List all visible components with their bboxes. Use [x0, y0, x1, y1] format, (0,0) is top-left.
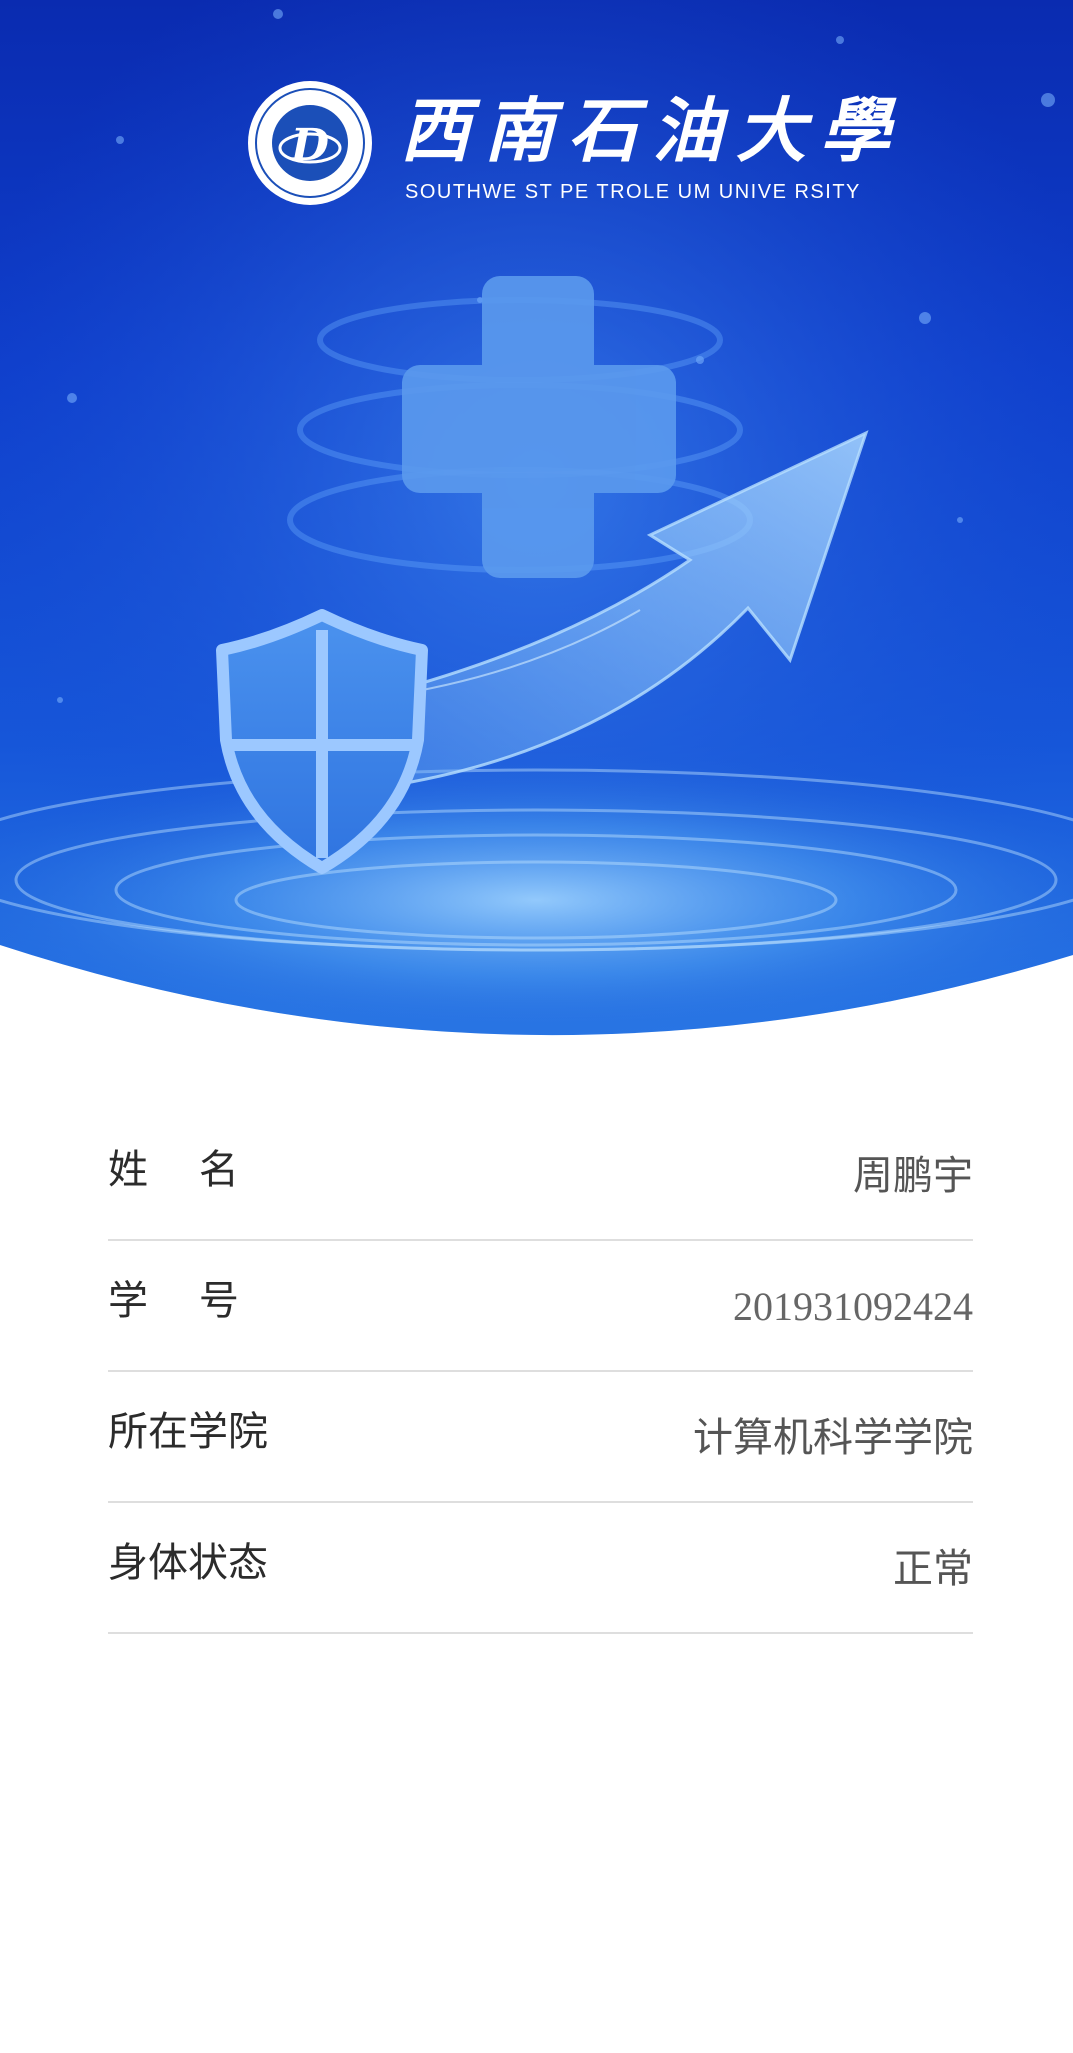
college-label: 所在学院: [108, 1409, 268, 1455]
info-row-college: 所在学院 计算机科学学院: [108, 1372, 973, 1503]
name-label: 姓 名: [108, 1147, 239, 1193]
info-row-name: 姓 名 周鹏宇: [108, 1110, 973, 1241]
health-status-label: 身体状态: [108, 1540, 268, 1586]
svg-text:D: D: [289, 120, 329, 171]
hero-banner: D 西南石油大學 SOUTHWE ST PE TROLE UM UNIVE RS…: [0, 0, 1073, 1060]
health-status-value: 正常: [893, 1546, 973, 1592]
university-seal-icon: D: [248, 81, 372, 205]
student-id-value: 201931092424: [733, 1284, 973, 1329]
student-id-label: 学 号: [108, 1278, 239, 1324]
name-value: 周鹏宇: [853, 1153, 973, 1199]
health-status-page: D 西南石油大學 SOUTHWE ST PE TROLE UM UNIVE RS…: [0, 0, 1073, 2053]
info-row-student-id: 学 号 201931092424: [108, 1241, 973, 1372]
university-logo: D 西南石油大學 SOUTHWE ST PE TROLE UM UNIVE RS…: [245, 78, 890, 218]
student-info-list: 姓 名 周鹏宇 学 号 201931092424 所在学院 计算机科学学院 身体…: [108, 1110, 973, 1634]
university-name-cn: 西南石油大學: [400, 89, 904, 172]
college-value: 计算机科学学院: [693, 1415, 973, 1461]
info-row-health-status: 身体状态 正常: [108, 1503, 973, 1634]
platform-glow: [0, 750, 1073, 1036]
university-name-en: SOUTHWE ST PE TROLE UM UNIVE RSITY: [405, 181, 861, 203]
